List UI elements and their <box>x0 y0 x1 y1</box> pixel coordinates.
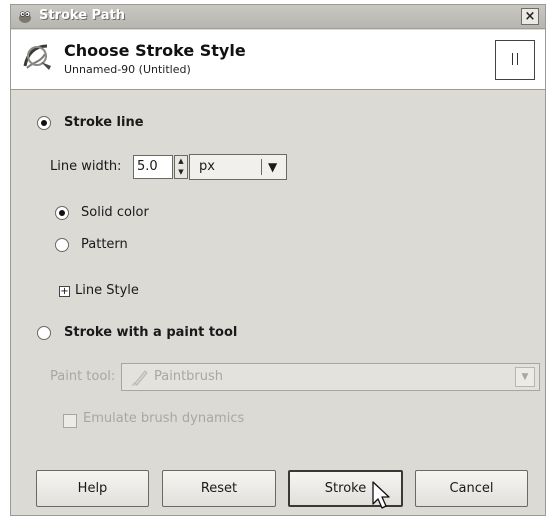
combo-separator <box>261 159 262 175</box>
chevron-down-icon: ▼ <box>268 160 278 174</box>
stroke-line-radio[interactable] <box>37 116 51 130</box>
line-style-expander[interactable]: Line Style <box>75 283 139 298</box>
reset-button[interactable]: Reset <box>162 470 276 507</box>
stroke-line-label[interactable]: Stroke line <box>64 115 144 130</box>
preview-thumbnail <box>512 53 518 65</box>
chevron-down-icon[interactable]: ▼ <box>515 367 535 387</box>
emulate-dynamics-checkbox[interactable] <box>63 414 77 428</box>
emulate-dynamics-label[interactable]: Emulate brush dynamics <box>83 411 244 426</box>
pattern-radio[interactable] <box>55 238 69 252</box>
unit-value: px <box>199 159 215 174</box>
cancel-button[interactable]: Cancel <box>415 470 528 507</box>
stroke-path-dialog: Stroke Path × Choose Stroke Style Unname… <box>10 4 546 516</box>
mouse-cursor-icon <box>372 481 390 509</box>
gimp-app-icon <box>19 11 31 23</box>
stepper-down-icon[interactable]: ▼ <box>175 167 187 178</box>
line-width-stepper[interactable]: ▲ ▼ <box>174 155 188 179</box>
dialog-header: Choose Stroke Style Unnamed-90 (Untitled… <box>11 30 545 90</box>
paint-tool-label: Paint tool: <box>50 369 116 384</box>
line-width-label: Line width: <box>50 159 122 174</box>
solid-color-radio[interactable] <box>55 206 69 220</box>
paint-tool-value: Paintbrush <box>154 369 224 384</box>
dialog-heading: Choose Stroke Style <box>64 41 246 60</box>
stroke-paint-tool-radio[interactable] <box>37 326 51 340</box>
help-button[interactable]: Help <box>36 470 149 507</box>
window-title: Stroke Path <box>39 8 125 23</box>
unit-select[interactable]: px ▼ <box>189 154 287 180</box>
stroke-path-icon <box>23 44 51 70</box>
pattern-label[interactable]: Pattern <box>81 237 128 252</box>
paintbrush-icon <box>131 370 148 386</box>
stroke-paint-tool-label[interactable]: Stroke with a paint tool <box>64 325 237 340</box>
image-preview <box>495 40 535 80</box>
image-name: Unnamed-90 (Untitled) <box>64 63 191 76</box>
close-button[interactable]: × <box>521 8 539 25</box>
paint-tool-select[interactable]: Paintbrush ▼ <box>121 363 540 391</box>
line-width-input[interactable]: 5.0 <box>133 155 173 179</box>
line-width-value: 5.0 <box>137 159 158 174</box>
title-bar[interactable]: Stroke Path × <box>11 5 545 29</box>
expand-icon[interactable]: + <box>59 286 70 297</box>
stepper-up-icon[interactable]: ▲ <box>175 156 187 167</box>
solid-color-label[interactable]: Solid color <box>81 205 149 220</box>
close-icon: × <box>524 9 536 24</box>
